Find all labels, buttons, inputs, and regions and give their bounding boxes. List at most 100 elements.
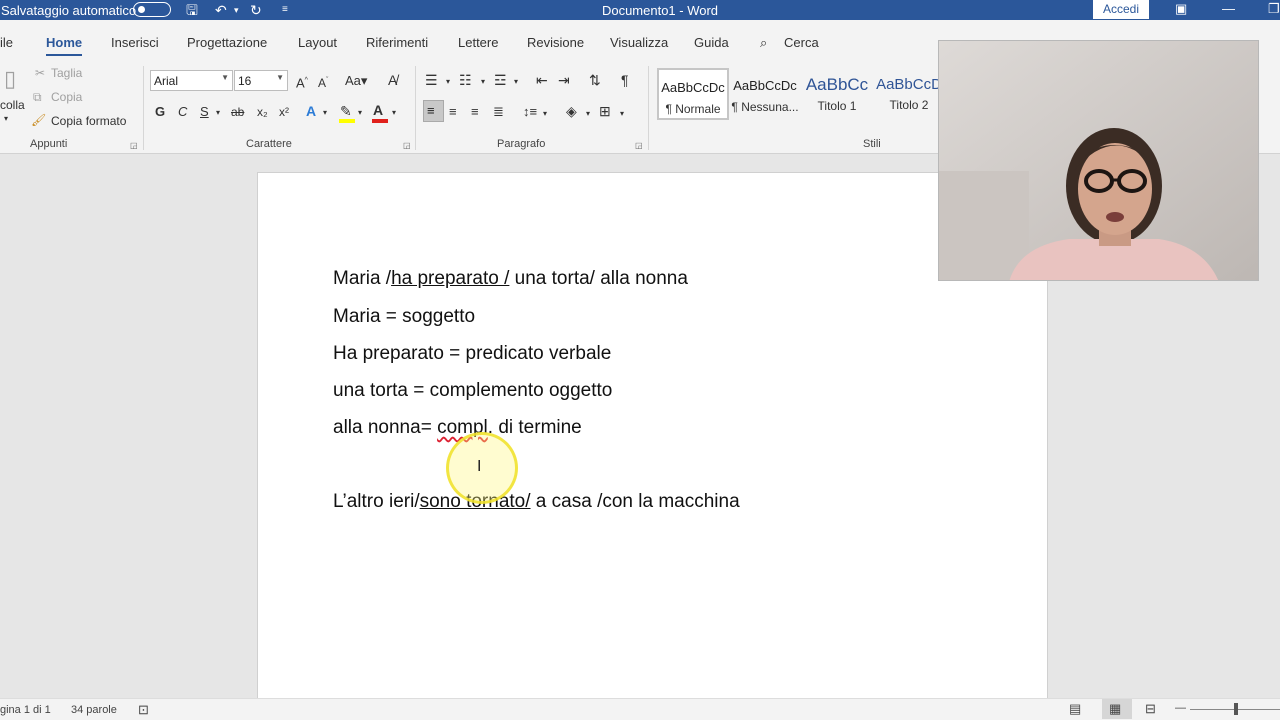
font-color-swatch — [372, 119, 388, 123]
webcam-overlay — [938, 40, 1259, 281]
borders-dropdown-icon[interactable]: ▾ — [620, 106, 624, 122]
clear-formatting-icon[interactable]: A̸ — [388, 72, 397, 88]
change-case-icon[interactable]: Aa▾ — [345, 73, 367, 89]
group-divider — [648, 66, 649, 150]
font-color-dropdown-icon[interactable]: ▾ — [392, 105, 396, 121]
borders-icon[interactable]: ⊞ — [599, 103, 611, 119]
signin-button[interactable]: Accedi — [1093, 0, 1149, 19]
text-effects-icon[interactable]: A — [306, 103, 316, 119]
document-line-5[interactable]: alla nonna= compl. di termine — [333, 417, 582, 439]
clipboard-dialog-icon[interactable]: ◲ — [130, 141, 138, 150]
style-heading-2[interactable]: AaBbCcD Titolo 2 — [873, 68, 945, 120]
paste-icon: ▯ — [4, 66, 17, 91]
highlight-color-swatch — [339, 119, 355, 123]
style-sample: AaBbCcDc — [733, 78, 797, 93]
search-icon[interactable]: ⌕ — [760, 35, 767, 51]
cut-button[interactable]: Taglia — [51, 66, 82, 80]
ribbon-display-icon[interactable]: ▣ — [1175, 1, 1187, 17]
maximize-icon[interactable]: ❐ — [1268, 1, 1280, 17]
decrease-indent-icon[interactable]: ⇤ — [536, 72, 548, 88]
underlined-text: ha preparato / — [391, 268, 510, 289]
group-divider — [143, 66, 144, 150]
underline-button[interactable]: S — [200, 104, 209, 120]
align-center-icon[interactable]: ≡ — [449, 104, 457, 120]
document-line-3[interactable]: Ha preparato = predicato verbale — [333, 343, 611, 365]
tab-search[interactable]: Cerca — [784, 35, 819, 50]
numbering-icon[interactable]: ☷ — [459, 72, 472, 88]
align-right-icon[interactable]: ≡ — [471, 104, 479, 120]
paste-dropdown-icon[interactable]: ▾ — [4, 114, 8, 123]
tab-home[interactable]: Home — [46, 35, 83, 56]
highlight-dropdown-icon[interactable]: ▾ — [358, 105, 362, 121]
tab-view[interactable]: Visualizza — [610, 35, 668, 50]
font-dialog-icon[interactable]: ◲ — [403, 141, 411, 150]
text-run: una torta/ alla nonna — [509, 268, 688, 289]
styles-group-label: Stili — [863, 138, 881, 150]
status-bar: gina 1 di 1 34 parole ⊡ ▤ ▦ ⊟ — — [0, 698, 1280, 720]
tab-mailings[interactable]: Lettere — [458, 35, 498, 50]
format-painter-icon: 🖌 — [31, 113, 47, 127]
bullets-icon[interactable]: ☰ — [425, 72, 438, 88]
document-line-2[interactable]: Maria = soggetto — [333, 306, 475, 328]
tab-design[interactable]: Progettazione — [187, 35, 267, 50]
font-family-select[interactable]: Arial ▼ — [150, 70, 233, 91]
paragraph-dialog-icon[interactable]: ◲ — [635, 141, 643, 150]
sort-icon[interactable]: ⇅ — [589, 72, 601, 88]
document-line-6[interactable]: L’altro ieri/sono tornato/ a casa /con l… — [333, 491, 740, 513]
style-sample: AaBbCcD — [876, 76, 942, 93]
document-page[interactable]: Maria /ha preparato / una torta/ alla no… — [257, 172, 1048, 720]
format-painter-button[interactable]: Copia formato — [51, 114, 126, 128]
document-title: Documento1 - Word — [601, 3, 719, 18]
text-run: L’altro ieri/ — [333, 491, 420, 512]
shrink-font-icon[interactable]: Aˇ — [318, 73, 328, 91]
document-line-1[interactable]: Maria /ha preparato / una torta/ alla no… — [333, 268, 688, 290]
line-spacing-icon[interactable]: ↕≡ — [523, 104, 537, 120]
numbering-dropdown-icon[interactable]: ▾ — [481, 74, 485, 90]
text-effects-dropdown-icon[interactable]: ▾ — [323, 105, 327, 121]
tab-layout[interactable]: Layout — [298, 35, 337, 50]
tab-insert[interactable]: Inserisci — [111, 35, 159, 50]
strikethrough-icon[interactable]: ab — [231, 104, 244, 120]
multilevel-list-icon[interactable]: ☲ — [494, 72, 507, 88]
style-heading-1[interactable]: AaBbCc Titolo 1 — [801, 68, 873, 120]
underline-dropdown-icon[interactable]: ▾ — [216, 105, 220, 121]
zoom-out-icon[interactable]: — — [1175, 702, 1186, 714]
bold-button[interactable]: G — [155, 104, 165, 120]
highlight-icon[interactable]: ✎ — [340, 103, 352, 119]
tab-help[interactable]: Guida — [694, 35, 729, 50]
group-divider — [415, 66, 416, 150]
ibeam-cursor-icon: I — [477, 458, 482, 475]
justify-icon[interactable]: ≣ — [493, 104, 504, 120]
tab-file[interactable]: ile — [0, 35, 13, 50]
grow-font-icon[interactable]: A^ — [296, 73, 308, 91]
proofing-icon[interactable]: ⊡ — [138, 702, 149, 718]
align-left-button[interactable]: ≡ — [423, 100, 444, 122]
tab-references[interactable]: Riferimenti — [366, 35, 428, 50]
bullets-dropdown-icon[interactable]: ▾ — [446, 74, 450, 90]
style-normal[interactable]: AaBbCcDc ¶ Normale — [657, 68, 729, 120]
shading-icon[interactable]: ◈ — [566, 103, 577, 119]
multilevel-dropdown-icon[interactable]: ▾ — [514, 74, 518, 90]
shading-dropdown-icon[interactable]: ▾ — [586, 106, 590, 122]
line-spacing-dropdown-icon[interactable]: ▾ — [543, 106, 547, 122]
minimize-icon[interactable]: — — [1222, 1, 1235, 16]
superscript-icon[interactable]: x² — [279, 104, 289, 120]
font-size-select[interactable]: 16 ▼ — [234, 70, 288, 91]
word-count[interactable]: 34 parole — [71, 704, 117, 716]
subscript-icon[interactable]: x₂ — [257, 104, 268, 120]
read-mode-icon[interactable]: ▤ — [1069, 701, 1081, 717]
text-run: Maria / — [333, 268, 392, 289]
font-color-icon[interactable]: A — [373, 102, 383, 118]
tab-review[interactable]: Revisione — [527, 35, 584, 50]
copy-button[interactable]: Copia — [51, 90, 82, 104]
italic-button[interactable]: C — [178, 104, 187, 120]
show-formatting-icon[interactable]: ¶ — [621, 72, 629, 88]
style-no-spacing[interactable]: AaBbCcDc ¶ Nessuna... — [729, 68, 801, 120]
increase-indent-icon[interactable]: ⇥ — [558, 72, 570, 88]
web-layout-icon[interactable]: ⊟ — [1145, 701, 1156, 717]
page-count[interactable]: gina 1 di 1 — [0, 704, 51, 716]
document-line-4[interactable]: una torta = complemento oggetto — [333, 380, 612, 402]
zoom-slider-thumb[interactable] — [1234, 703, 1238, 715]
style-name: Titolo 2 — [889, 98, 929, 112]
paste-button[interactable]: colla — [0, 98, 25, 112]
